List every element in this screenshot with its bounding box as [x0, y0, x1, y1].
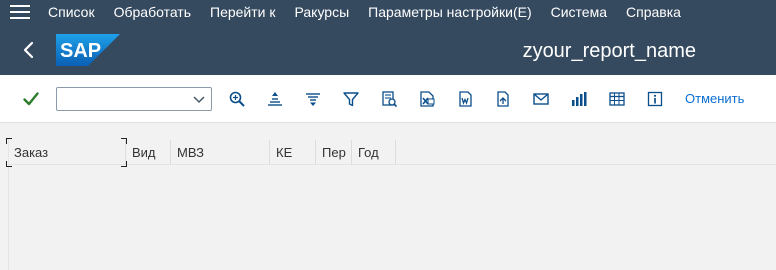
column-header-type[interactable]: Вид [126, 140, 171, 165]
table-header-row: Заказ Вид МВЗ КЕ Пер Год [6, 138, 776, 167]
menu-item-edit[interactable]: Обработать [114, 4, 191, 20]
sap-logo-text: SAP [60, 40, 101, 62]
sap-logo: SAP [56, 34, 120, 66]
menu-item-views[interactable]: Ракурсы [295, 4, 350, 20]
column-header-cost-element[interactable]: КЕ [270, 140, 316, 165]
column-header-label: Заказ [14, 145, 49, 160]
info-icon[interactable] [644, 88, 666, 110]
filter-icon[interactable] [340, 88, 362, 110]
column-header-cost-center[interactable]: МВЗ [171, 140, 270, 165]
alv-grid: Заказ Вид МВЗ КЕ Пер Год [0, 123, 776, 270]
menu-item-system[interactable]: Система [551, 4, 607, 20]
enter-checkmark-icon[interactable] [20, 88, 42, 110]
back-arrow-icon[interactable] [18, 38, 40, 62]
sort-ascending-icon[interactable] [264, 88, 286, 110]
word-processing-icon[interactable] [454, 88, 476, 110]
column-header-year[interactable]: Год [352, 140, 396, 165]
cancel-button[interactable]: Отменить [685, 91, 744, 106]
command-field[interactable] [56, 87, 212, 111]
menu-item-list[interactable]: Список [48, 4, 95, 20]
column-header-period[interactable]: Пер [316, 140, 352, 165]
menu-item-goto[interactable]: Перейти к [210, 4, 276, 20]
local-file-icon[interactable] [492, 88, 514, 110]
menu-item-settings[interactable]: Параметры настройки(E) [368, 4, 531, 20]
menu-bar: Список Обработать Перейти к Ракурсы Пара… [0, 0, 776, 24]
chevron-down-icon[interactable] [191, 91, 207, 107]
email-icon[interactable] [530, 88, 552, 110]
change-layout-icon[interactable] [606, 88, 628, 110]
find-icon[interactable] [226, 88, 248, 110]
application-toolbar: Отменить [0, 75, 776, 123]
title-bar: SAP zyour_report_name [0, 24, 776, 75]
command-input[interactable] [57, 88, 185, 110]
hamburger-menu-icon[interactable] [10, 5, 30, 19]
page-title: zyour_report_name [522, 40, 696, 62]
details-icon[interactable] [378, 88, 400, 110]
graphic-icon[interactable] [568, 88, 590, 110]
spreadsheet-icon[interactable] [416, 88, 438, 110]
sort-descending-icon[interactable] [302, 88, 324, 110]
menu-item-help[interactable]: Справка [626, 4, 681, 20]
column-header-order[interactable]: Заказ [6, 138, 127, 167]
